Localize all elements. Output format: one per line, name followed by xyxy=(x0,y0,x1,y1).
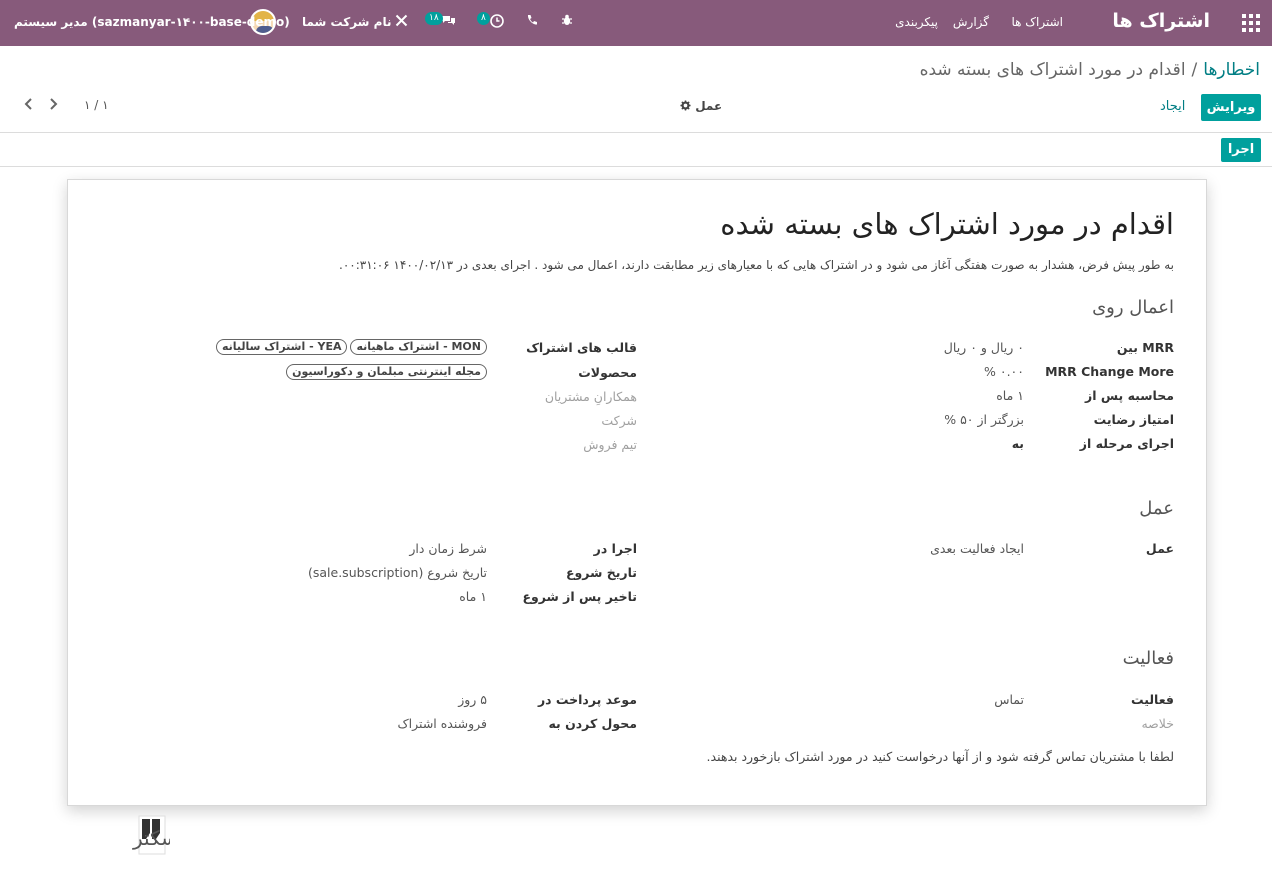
activity-note[interactable]: لطفا با مشتریان تماس گرفته شود و از آنها… xyxy=(707,749,1174,764)
action-label: عمل xyxy=(695,99,723,113)
pager-previous-icon[interactable] xyxy=(23,96,33,115)
company-switcher[interactable]: نام شرکت شما xyxy=(302,15,391,29)
apps-grid-icon[interactable] xyxy=(1242,14,1260,32)
record-title[interactable]: اقدام در مورد اشتراک های بسته شده xyxy=(720,207,1174,241)
user-menu[interactable]: مدیر سیستم (sazmanyar-۱۴۰۰-base-demo) xyxy=(14,15,290,29)
label-action: عمل xyxy=(1145,541,1174,556)
label-sales-team: تیم فروش xyxy=(583,437,637,452)
breadcrumb-current: اقدام در مورد اشتراک های بسته شده xyxy=(919,60,1186,80)
breadcrumb-parent[interactable]: اخطارها xyxy=(1203,60,1260,80)
watermark-text: تیسکتر xyxy=(132,826,170,850)
form-sheet: اقدام در مورد اشتراک های بسته شده به طور… xyxy=(67,179,1207,806)
label-activity-type: فعالیت xyxy=(1131,692,1174,707)
menu-subscriptions[interactable]: اشتراک ها xyxy=(1011,15,1063,29)
alert-description: به طور پیش فرض، هشدار به صورت هفتگی آغاز… xyxy=(339,258,1174,272)
label-products: محصولات xyxy=(578,365,637,380)
value-mrr-range[interactable]: ۰ ریال و ۰ ریال xyxy=(944,340,1024,355)
section-apply-on: اعمال روی xyxy=(1092,297,1174,318)
watermark-logo: تیسکتر xyxy=(25,815,191,857)
chat-icon[interactable] xyxy=(441,14,456,31)
products-tags[interactable]: مجله اینترنتی مبلمان و دکوراسیون xyxy=(283,364,487,380)
label-mrr-change: MRR Change More xyxy=(1045,364,1174,379)
value-compute-after[interactable]: ۱ ماه xyxy=(996,388,1024,403)
value-activity-type[interactable]: تماس xyxy=(994,692,1024,707)
label-rating: امتیاز رضایت xyxy=(1093,412,1174,427)
section-action: عمل xyxy=(1139,498,1174,519)
label-start-date: تاریخ شروع xyxy=(565,565,637,580)
tag-product[interactable]: مجله اینترنتی مبلمان و دکوراسیون xyxy=(286,364,487,380)
menu-configuration[interactable]: پیکربندی xyxy=(895,15,938,29)
phone-icon[interactable] xyxy=(526,14,538,30)
label-mrr-range: MRR بین xyxy=(1116,340,1174,355)
run-button[interactable]: اجرا xyxy=(1221,138,1261,162)
breadcrumb: اخطارها/اقدام در مورد اشتراک های بسته شد… xyxy=(920,60,1260,80)
label-stage-from: اجرای مرحله از xyxy=(1079,436,1174,451)
label-compute-after: محاسبه پس از xyxy=(1085,388,1174,403)
label-summary: خلاصه xyxy=(1141,716,1174,731)
label-delay-after-start: تاخیر پس از شروع xyxy=(522,589,637,604)
action-menu-button[interactable]: عمل xyxy=(680,99,722,114)
value-stage-from[interactable]: به xyxy=(1012,436,1024,451)
activities-badge: ۸ xyxy=(477,12,490,25)
label-customer-partners: همکارانِ مشتریان xyxy=(544,389,637,404)
value-due-in[interactable]: ۵ روز xyxy=(458,692,487,707)
label-trigger: اجرا در xyxy=(593,541,637,556)
messages-badge: ۱۸ xyxy=(425,12,443,25)
section-activity: فعالیت xyxy=(1122,648,1174,669)
tag-monthly[interactable]: MON - اشتراک ماهیانه xyxy=(350,339,487,355)
clock-icon[interactable] xyxy=(490,14,504,32)
value-assign-to[interactable]: فروشنده اشتراک xyxy=(397,716,487,731)
label-assign-to: محول کردن به xyxy=(548,716,637,731)
value-action[interactable]: ایجاد فعالیت بعدی xyxy=(930,541,1024,556)
control-panel-divider xyxy=(0,132,1272,133)
tag-yearly[interactable]: YEA - اشتراک سالیانه xyxy=(215,339,348,355)
tools-icon[interactable] xyxy=(395,14,408,31)
subscription-templates-tags[interactable]: MON - اشتراک ماهیانهYEA - اشتراک سالیانه xyxy=(213,339,487,355)
edit-button[interactable]: ویرایش xyxy=(1201,94,1261,121)
value-rating[interactable]: بزرگتر از ۵۰ % xyxy=(944,412,1024,427)
gear-icon xyxy=(680,99,691,114)
app-title[interactable]: اشتراک ها xyxy=(1112,10,1210,32)
pager-next-icon[interactable] xyxy=(49,96,59,115)
value-start-date[interactable]: تاریخ شروع (sale.subscription) xyxy=(308,565,487,580)
breadcrumb-separator: / xyxy=(1191,60,1198,80)
pager-value[interactable]: ۱ / ۱ xyxy=(84,98,109,112)
label-subscription-templates: قالب های اشتراک xyxy=(526,340,637,355)
label-due-in: موعد پرداخت در xyxy=(537,692,637,707)
bug-icon[interactable] xyxy=(561,14,573,30)
statusbar-divider xyxy=(0,166,1272,167)
value-mrr-change[interactable]: ۰.۰۰ % xyxy=(984,364,1024,379)
create-button[interactable]: ایجاد xyxy=(1160,99,1185,114)
value-trigger[interactable]: شرط زمان دار xyxy=(409,541,487,556)
value-delay-after-start[interactable]: ۱ ماه xyxy=(459,589,487,604)
menu-reporting[interactable]: گزارش xyxy=(953,15,989,29)
label-company: شرکت xyxy=(601,413,637,428)
top-navbar: اشتراک ها اشتراک ها گزارش پیکربندی ۸ ۱۸ … xyxy=(0,0,1272,46)
